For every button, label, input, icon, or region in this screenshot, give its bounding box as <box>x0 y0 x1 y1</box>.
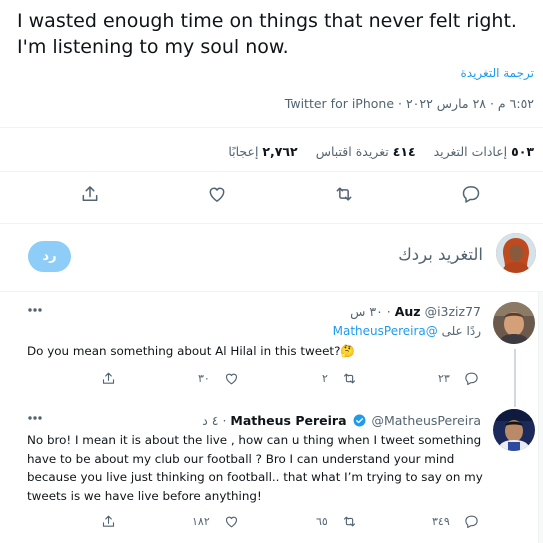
divider <box>0 291 543 292</box>
retweet-icon[interactable] <box>342 371 357 386</box>
scrollbar-track[interactable] <box>538 292 543 543</box>
avatar[interactable] <box>493 302 535 344</box>
share-icon[interactable] <box>80 184 100 204</box>
reply-action-bar: ٣٤٩ ٦٥ ١٨٢ <box>0 514 543 532</box>
quotes-count: ٤١٤ <box>392 144 416 159</box>
display-name[interactable]: Matheus Pereira <box>230 413 346 428</box>
reply-count: ٢٣ <box>438 372 450 385</box>
like-count: ٣٠ <box>198 372 210 385</box>
likes-count: ٢,٧٦٢ <box>262 144 298 159</box>
share-icon[interactable] <box>101 514 116 529</box>
share-icon[interactable] <box>101 371 116 386</box>
avatar[interactable] <box>493 409 535 451</box>
divider <box>0 171 543 172</box>
divider <box>0 223 543 224</box>
divider <box>0 127 543 128</box>
likes-label: إعجابًا <box>228 144 259 159</box>
timestamp[interactable]: ٣٠ س <box>350 304 383 319</box>
reply-action-bar: ٢٣ ٢ ٣٠ <box>0 371 543 389</box>
tweet-action-bar <box>0 184 543 214</box>
reply-text: No bro! I mean it is about the live , ho… <box>27 431 483 505</box>
reply-text: Do you mean something about Al Hilal in … <box>27 342 355 361</box>
translate-tweet-link[interactable]: ترجمة التغريدة <box>460 66 534 80</box>
retweets-count: ٥٠٣ <box>511 144 534 159</box>
reply-header: Matheus Pereira @MatheusPereira · ٤ د <box>202 413 481 428</box>
replying-to: ردًا على @MatheusPereira <box>333 324 481 338</box>
like-heart-icon[interactable] <box>207 184 227 204</box>
display-name[interactable]: Auz <box>395 304 421 319</box>
retweets-label: إعادات التغريد <box>433 144 508 159</box>
timestamp[interactable]: ٤ د <box>202 413 218 428</box>
tweet-text-line-2: I'm listening to my soul now. <box>17 36 289 58</box>
avatar[interactable] <box>496 233 536 273</box>
username[interactable]: @MatheusPereira <box>371 413 481 428</box>
retweets-stat[interactable]: ٥٠٣ إعادات التغريد <box>434 144 534 159</box>
reply-text-line: No bro! I mean it is about the live , ho… <box>27 433 482 447</box>
tweet-timestamp-source[interactable]: ٦:٥٢ م · ٢٨ مارس ٢٠٢٢ · Twitter for iPho… <box>285 96 534 111</box>
reply-header: Auz @i3ziz77 · ٣٠ س <box>350 304 481 319</box>
reply-text-line: because you live just thinking on footba… <box>27 470 483 484</box>
replying-to-label: ردًا على <box>441 324 481 338</box>
reply-count: ٣٤٩ <box>432 515 450 528</box>
tweet-stats: ٥٠٣ إعادات التغريد ٤١٤ تغريدة اقتباس ٢,٧… <box>214 144 534 159</box>
reply-button[interactable]: رد <box>28 241 71 272</box>
reply-composer-input[interactable]: التغريد بردك <box>398 245 483 264</box>
tweet-text: I wasted enough time on things that neve… <box>17 8 537 60</box>
retweet-icon[interactable] <box>342 514 357 529</box>
reply-icon[interactable] <box>461 184 481 204</box>
like-count: ١٨٢ <box>192 515 210 528</box>
likes-stat[interactable]: ٢,٧٦٢ إعجابًا <box>228 144 297 159</box>
quotes-label: تغريدة اقتباس <box>315 144 389 159</box>
reply-text-line: Do you mean something about Al Hilal in … <box>27 344 356 358</box>
retweet-icon[interactable] <box>334 184 354 204</box>
retweet-count: ٦٥ <box>316 515 328 528</box>
reply-icon[interactable] <box>464 371 479 386</box>
retweet-count: ٢ <box>322 372 328 385</box>
reply-text-line: have to be about my club our football ? … <box>27 451 455 466</box>
verified-badge-icon <box>353 414 365 427</box>
mention-link[interactable]: @MatheusPereira <box>333 324 438 338</box>
username[interactable]: @i3ziz77 <box>425 304 481 319</box>
tweet-detail-page: I wasted enough time on things that neve… <box>0 0 543 543</box>
more-options-icon[interactable] <box>27 307 43 313</box>
more-options-icon[interactable] <box>27 415 43 421</box>
like-heart-icon[interactable] <box>224 514 239 529</box>
reply-icon[interactable] <box>464 514 479 529</box>
like-heart-icon[interactable] <box>224 371 239 386</box>
tweet-text-line-1: I wasted enough time on things that neve… <box>17 10 517 32</box>
quotes-stat[interactable]: ٤١٤ تغريدة اقتباس <box>316 144 416 159</box>
reply-text-line: tweets is we have live before anything! <box>27 488 262 503</box>
